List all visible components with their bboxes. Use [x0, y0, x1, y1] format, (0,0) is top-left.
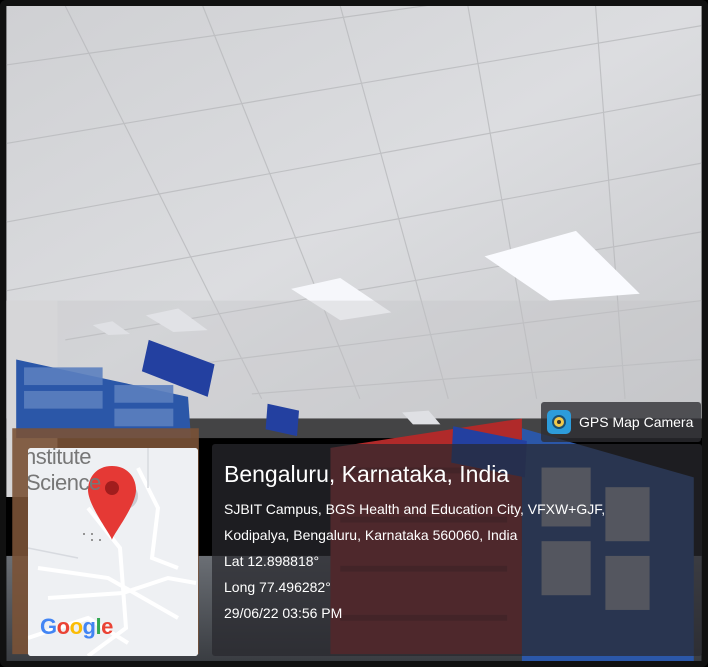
location-title: Bengaluru, Karnataka, India: [224, 461, 510, 487]
app-name: GPS Map Camera: [579, 414, 694, 430]
address-line: SJBIT Campus, BGS Health and Education C…: [224, 501, 606, 517]
map-thumbnail[interactable]: nstitute Science Google: [28, 448, 198, 656]
address-line: Kodipalya, Bengaluru, Karnataka 560060, …: [224, 527, 518, 543]
timestamp: 29/06/22 03:56 PM: [224, 605, 343, 621]
longitude: Long 77.496282°: [224, 579, 331, 595]
map-place-label: nstitute: [28, 448, 91, 469]
google-logo: Google: [40, 614, 113, 639]
gps-map-camera-badge: GPS Map Camera: [541, 402, 701, 442]
latitude: Lat 12.898818°: [224, 553, 320, 569]
map-place-label: Science: [28, 470, 101, 495]
location-info-card: Bengaluru, Karnataka, India SJBIT Campus…: [212, 444, 702, 656]
photo-frame: GPS Map Camera nstitute Science Google B…: [0, 0, 708, 667]
gps-camera-icon: [547, 410, 571, 434]
